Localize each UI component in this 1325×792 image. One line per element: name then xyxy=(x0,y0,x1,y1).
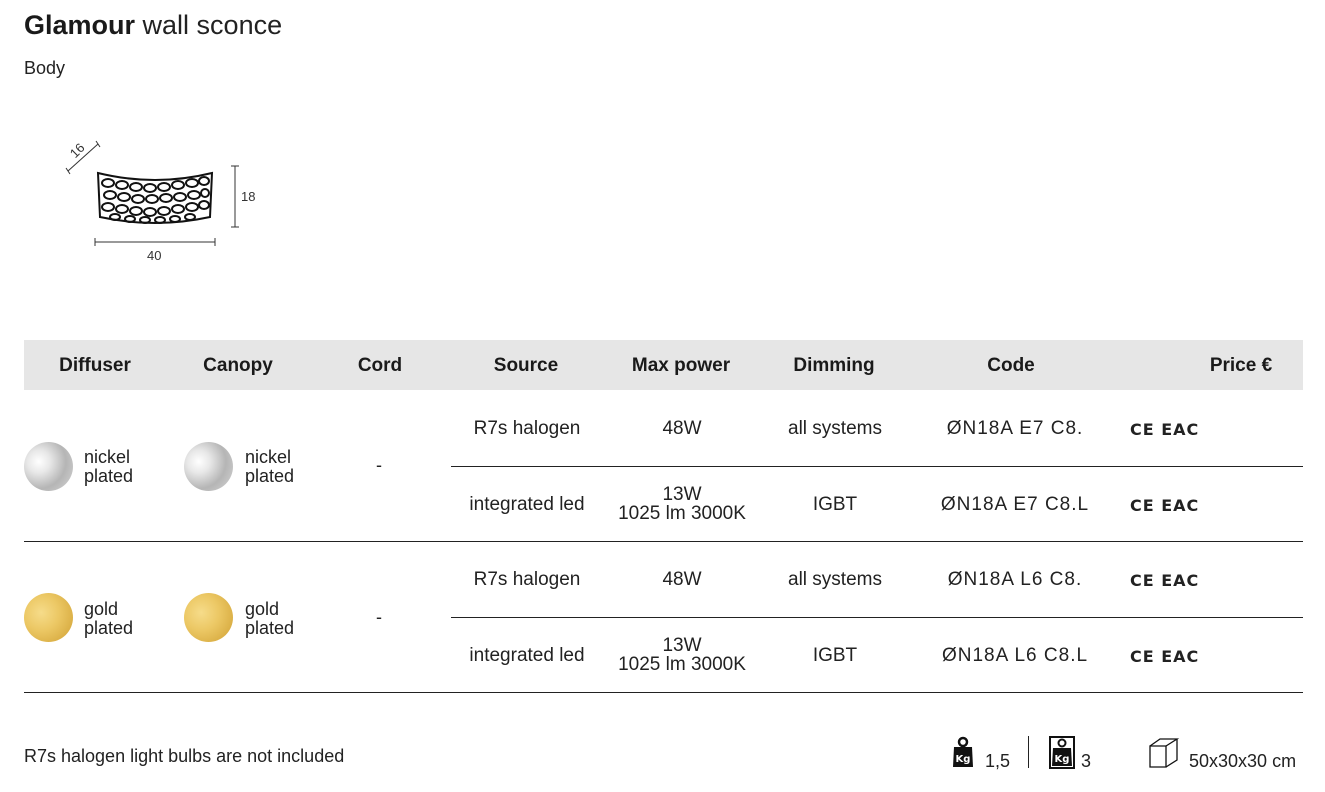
svg-text:Kg: Kg xyxy=(1055,754,1070,765)
technical-drawing: 16 18 40 xyxy=(60,135,270,270)
header-price: Price € xyxy=(1209,355,1273,376)
diffuser-finish-line1: gold xyxy=(84,599,119,619)
power-cell: 13W 1025 lm 3000K xyxy=(612,485,752,523)
header-dimming: Dimming xyxy=(793,355,875,376)
power-lumens: 1025 lm 3000K xyxy=(618,654,746,675)
cord-value: - xyxy=(376,607,382,627)
canopy-finish-line1: nickel xyxy=(245,447,292,467)
box-icon xyxy=(1149,738,1180,768)
cord-value: - xyxy=(376,455,382,475)
gross-weight: 3 xyxy=(1081,751,1092,771)
power-cell: 13W 1025 lm 3000K xyxy=(612,636,752,674)
canopy-finish-line2: plated xyxy=(245,618,295,638)
table-header: Diffuser Canopy Cord Source Max power Di… xyxy=(24,340,1303,390)
header-source: Source xyxy=(493,355,559,376)
diffuser-finish-line2: plated xyxy=(84,618,134,638)
package-size: 50x30x30 cm xyxy=(1189,751,1297,771)
header-code: Code xyxy=(987,355,1035,376)
diffuser-swatch-nickel xyxy=(24,442,73,491)
diffuser-swatch-gold xyxy=(24,593,73,642)
canopy-finish: gold plated xyxy=(245,600,294,638)
ce-eac-mark: CE EAC xyxy=(1130,420,1200,439)
code-cell: ØN18A E7 C8.L xyxy=(940,494,1090,515)
gross-weight-icon: Kg xyxy=(1049,736,1075,769)
power-cell: 48W xyxy=(662,418,702,439)
header-max-power: Max power xyxy=(631,355,731,376)
canopy-swatch-nickel xyxy=(184,442,233,491)
group-divider xyxy=(24,692,1303,693)
lamp-drawing-icon xyxy=(65,140,239,246)
weight-separator xyxy=(1028,736,1029,768)
row-divider xyxy=(451,617,1303,618)
diffuser-finish: gold plated xyxy=(84,600,133,638)
ce-eac-mark: CE EAC xyxy=(1130,647,1200,666)
dimming-cell: IGBT xyxy=(812,494,858,515)
header-diffuser: Diffuser xyxy=(59,355,131,376)
dimming-cell: all systems xyxy=(788,569,882,590)
canopy-swatch-gold xyxy=(184,593,233,642)
code-cell: ØN18A L6 C8.L xyxy=(941,645,1089,666)
dimming-cell: IGBT xyxy=(812,645,858,666)
ce-eac-mark: CE EAC xyxy=(1130,496,1200,515)
net-weight: 1,5 xyxy=(985,751,1011,771)
diffuser-finish: nickel plated xyxy=(84,448,133,486)
group-divider xyxy=(24,541,1303,542)
header-canopy: Canopy xyxy=(203,355,273,376)
ce-eac-mark: CE EAC xyxy=(1130,571,1200,590)
power-watts: 13W xyxy=(662,635,702,656)
code-cell: ØN18A E7 C8. xyxy=(946,418,1084,439)
source-cell: integrated led xyxy=(469,494,585,515)
source-cell: R7s halogen xyxy=(473,569,581,590)
source-cell: integrated led xyxy=(469,645,585,666)
kg-weight-icon: Kg xyxy=(953,736,973,767)
product-type: wall sconce xyxy=(142,10,283,40)
section-subtitle: Body xyxy=(24,58,66,78)
power-watts: 13W xyxy=(662,484,702,505)
svg-text:Kg: Kg xyxy=(956,754,971,765)
power-lumens: 1025 lm 3000K xyxy=(618,503,746,524)
diffuser-finish-line1: nickel xyxy=(84,447,131,467)
header-cord: Cord xyxy=(357,355,403,376)
power-cell: 48W xyxy=(662,569,702,590)
canopy-finish: nickel plated xyxy=(245,448,294,486)
canopy-finish-line2: plated xyxy=(245,466,295,486)
product-name: Glamour xyxy=(24,10,136,40)
row-divider xyxy=(451,466,1303,467)
product-title: Glamour wall sconce xyxy=(24,8,282,42)
bulb-note: R7s halogen light bulbs are not included xyxy=(24,746,345,766)
height-dimension: 18 xyxy=(241,189,256,204)
canopy-finish-line1: gold xyxy=(245,599,280,619)
source-cell: R7s halogen xyxy=(473,418,581,439)
width-dimension: 40 xyxy=(147,248,162,263)
dimming-cell: all systems xyxy=(788,418,882,439)
diffuser-finish-line2: plated xyxy=(84,466,134,486)
code-cell: ØN18A L6 C8. xyxy=(947,569,1083,590)
